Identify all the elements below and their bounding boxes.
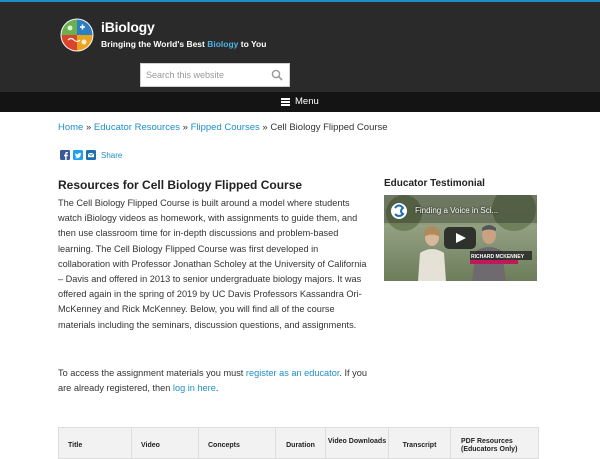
menu-label: Menu bbox=[295, 96, 319, 107]
header-text: Transcript bbox=[402, 442, 437, 449]
resources-table-header: Title Video Concepts Duration Video Down… bbox=[58, 427, 539, 459]
twitter-icon[interactable] bbox=[73, 150, 83, 160]
main-navbar: Menu bbox=[0, 92, 600, 112]
header-text: Video Downloads bbox=[327, 438, 387, 445]
access-instructions: To access the assignment materials you m… bbox=[58, 366, 368, 396]
video-caption: RICHARD MCKENNEY bbox=[471, 254, 525, 260]
breadcrumb: Home » Educator Resources » Flipped Cour… bbox=[58, 122, 388, 133]
site-brand[interactable]: iBiology bbox=[101, 19, 155, 35]
column-header-title: Title bbox=[59, 428, 132, 458]
breadcrumb-separator: » bbox=[182, 122, 188, 133]
tagline-part: to You bbox=[238, 39, 267, 49]
play-icon[interactable] bbox=[444, 227, 476, 249]
breadcrumb-flipped-courses-link[interactable]: Flipped Courses bbox=[191, 122, 260, 133]
course-description: The Cell Biology Flipped Course is built… bbox=[58, 196, 368, 333]
site-tagline: Bringing the World's Best Biology to You bbox=[101, 39, 266, 49]
search-input[interactable] bbox=[141, 64, 270, 86]
email-icon[interactable] bbox=[86, 150, 96, 160]
breadcrumb-home-link[interactable]: Home bbox=[58, 122, 83, 133]
column-header-pdf-resources: PDF Resources (Educators Only) bbox=[451, 428, 538, 458]
register-educator-link[interactable]: register as an educator bbox=[246, 368, 339, 378]
column-header-video: Video bbox=[132, 428, 199, 458]
hamburger-icon bbox=[281, 97, 290, 106]
magnifier-icon[interactable] bbox=[271, 69, 283, 81]
testimonial-video[interactable]: Finding a Voice in Sci... RICHARD MCKENN… bbox=[384, 195, 537, 281]
sidebar-title: Educator Testimonial bbox=[384, 178, 485, 189]
header-text: Video bbox=[141, 442, 160, 449]
share-bar: Share bbox=[60, 150, 122, 160]
ibiology-logo-icon[interactable] bbox=[60, 18, 94, 52]
menu-toggle-button[interactable]: Menu bbox=[281, 96, 319, 107]
facebook-icon[interactable] bbox=[60, 150, 70, 160]
column-header-video-downloads: Video Downloads bbox=[326, 428, 389, 458]
header-text: PDF Resources (Educators Only) bbox=[461, 438, 518, 453]
breadcrumb-current: Cell Biology Flipped Course bbox=[270, 122, 388, 133]
site-header: iBiology Bringing the World's Best Biolo… bbox=[0, 2, 600, 92]
access-text-prefix: To access the assignment materials you m… bbox=[58, 368, 246, 378]
tagline-part: Bringing the World's Best bbox=[101, 39, 208, 49]
column-header-transcript: Transcript bbox=[389, 428, 451, 458]
header-text: Duration bbox=[286, 442, 315, 449]
search-box bbox=[140, 63, 290, 87]
share-link[interactable]: Share bbox=[101, 151, 122, 160]
tagline-highlight: Biology bbox=[207, 39, 239, 49]
access-text-suffix: . bbox=[215, 383, 219, 394]
course-description-paragraph: The Cell Biology Flipped Course is built… bbox=[58, 198, 367, 330]
login-link[interactable]: log in here bbox=[173, 383, 216, 393]
breadcrumb-separator: » bbox=[85, 122, 92, 133]
column-header-duration: Duration bbox=[276, 428, 326, 458]
breadcrumb-separator: » bbox=[262, 122, 268, 133]
header-text: Title bbox=[68, 442, 83, 449]
video-title: Finding a Voice in Sci... bbox=[415, 206, 499, 215]
breadcrumb-educator-resources-link[interactable]: Educator Resources bbox=[94, 122, 180, 133]
column-header-concepts: Concepts bbox=[199, 428, 276, 458]
page-title: Resources for Cell Biology Flipped Cours… bbox=[58, 178, 303, 192]
header-text: Concepts bbox=[208, 442, 240, 449]
